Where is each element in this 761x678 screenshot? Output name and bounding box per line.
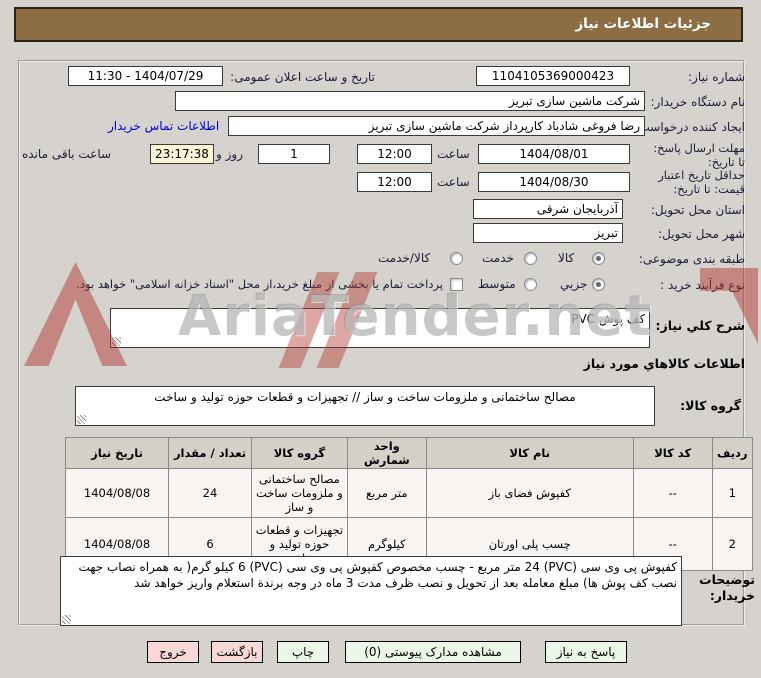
buyer-org-field[interactable]: شرکت ماشین سازی تبریز [175, 91, 645, 111]
goods-info-heading: اطلاعات کالاهاي مورد نیاز [583, 356, 745, 371]
radio-goods[interactable] [592, 252, 605, 265]
cell-row-number: 2 [711, 517, 754, 571]
need-number-field[interactable]: 1104105369000423 [476, 66, 630, 86]
reply-deadline-label: مهلت ارسال پاسخ: تا تاریخ: [653, 141, 745, 169]
col-group: گروه کالا [250, 437, 348, 469]
price-validity-hour-label: ساعت [437, 175, 470, 189]
need-desc-value: کف پوش PVC [571, 312, 645, 326]
cell-quantity: 24 [168, 468, 252, 518]
radio-medium[interactable] [524, 278, 537, 291]
announce-datetime-field[interactable]: 1404/07/29 - 11:30 [68, 66, 223, 86]
reply-to-need-button[interactable]: پاسخ به نیاز [545, 641, 627, 663]
col-quantity: تعداد / مقدار [168, 437, 252, 469]
exit-button[interactable]: خروج [147, 641, 199, 663]
resize-handle-icon[interactable] [112, 337, 121, 346]
table-header-row: ردیف کد کالا نام کالا واحد شمارش گروه کا… [64, 437, 754, 469]
cell-need-date: 1404/08/08 [64, 468, 170, 518]
col-need-date: تاریخ نیاز [64, 437, 170, 469]
page-title: جزئیات اطلاعات نیاز [14, 7, 743, 42]
back-button[interactable]: بازگشت [211, 641, 263, 663]
goods-group-label: گروه کالا: [680, 398, 741, 413]
price-validity-date-field[interactable]: 1404/08/30 [478, 172, 630, 192]
announce-datetime-label: تاریخ و ساعت اعلان عمومی: [230, 70, 375, 84]
reply-deadline-hour-label: ساعت [437, 147, 470, 161]
price-validity-hour-field[interactable]: 12:00 [357, 172, 432, 192]
request-creator-label: ایجاد کننده درخواست: [634, 120, 745, 134]
radio-goods-service-label: کالا/خدمت [378, 251, 431, 265]
reply-deadline-hour-field[interactable]: 12:00 [357, 144, 432, 164]
need-desc-textarea[interactable]: کف پوش PVC [110, 308, 650, 348]
cell-row-number: 1 [711, 468, 754, 518]
col-row-number: ردیف [711, 437, 754, 469]
need-desc-label: شرح کلي نیاز: [655, 318, 745, 333]
time-remaining-label: ساعت باقی مانده [22, 147, 112, 161]
price-validity-label: حداقل تاریخ اعتبار قیمت: تا تاریخ: [658, 168, 745, 196]
reply-deadline-date-field[interactable]: 1404/08/01 [478, 144, 630, 164]
province-label: استان محل تحویل: [650, 203, 745, 217]
days-remaining-field[interactable]: 1 [258, 144, 330, 164]
goods-group-textarea[interactable]: مصالح ساختمانی و ملزومات ساخت و ساز // ت… [75, 386, 655, 426]
subject-class-label: طبقه بندی موضوعی: [638, 252, 745, 266]
col-item-name: نام کالا [425, 437, 634, 469]
goods-table: ردیف کد کالا نام کالا واحد شمارش گروه کا… [64, 437, 754, 571]
request-creator-field[interactable]: رضا فروغی شادباد کارپرداز شرکت ماشین ساز… [228, 116, 645, 136]
buyer-notes-value: کفپوش پی وی سی (PVC) 24 متر مربع - چسب م… [78, 560, 677, 590]
view-attached-docs-button[interactable]: مشاهده مدارک پیوستی (0) [345, 641, 521, 663]
time-remaining-field: 23:17:38 [150, 144, 214, 164]
print-button[interactable]: چاپ [277, 641, 329, 663]
resize-handle-icon[interactable] [62, 615, 71, 624]
radio-goods-label: کالا [558, 251, 575, 265]
table-row[interactable]: 1 -- کفپوش فضای باز متر مربع مصالح ساختم… [64, 468, 754, 518]
cell-item-code: -- [632, 468, 713, 518]
treasury-docs-checkbox[interactable] [450, 278, 463, 291]
city-label: شهر محل تحویل: [658, 227, 745, 241]
city-field[interactable]: تبریز [473, 223, 623, 243]
radio-minor[interactable] [592, 278, 605, 291]
cell-unit: متر مربع [346, 468, 427, 518]
resize-handle-icon[interactable] [77, 415, 86, 424]
treasury-docs-checkbox-label: پرداخت تمام یا بخشی از مبلغ خرید،از محل … [76, 277, 443, 291]
process-type-label: نوع فرآیند خرید : [660, 278, 745, 292]
col-unit: واحد شمارش [346, 437, 427, 469]
radio-minor-label: جزیي [560, 277, 588, 291]
buyer-notes-label: توضیحات خریدار: [699, 572, 755, 603]
cell-item-name: کفپوش فضای باز [425, 468, 634, 518]
page: جزئیات اطلاعات نیاز شماره نیاز: 11041053… [0, 0, 761, 678]
buyer-notes-textarea[interactable]: کفپوش پی وی سی (PVC) 24 متر مربع - چسب م… [60, 556, 682, 626]
radio-medium-label: متوسط [478, 277, 516, 291]
radio-goods-service[interactable] [450, 252, 463, 265]
buyer-contact-link[interactable]: اطلاعات تماس خریدار [108, 119, 219, 133]
radio-service-label: خدمت [482, 251, 514, 265]
buyer-org-label: نام دستگاه خریدار: [650, 95, 746, 109]
radio-service[interactable] [524, 252, 537, 265]
goods-group-value: مصالح ساختمانی و ملزومات ساخت و ساز // ت… [154, 390, 576, 404]
cell-group: مصالح ساختمانی و ملزومات ساخت و ساز [250, 468, 348, 518]
need-number-label: شماره نیاز: [688, 70, 745, 84]
days-remaining-label: روز و [216, 147, 243, 161]
province-field[interactable]: آذربایجان شرقی [473, 199, 623, 219]
col-item-code: کد کالا [632, 437, 713, 469]
